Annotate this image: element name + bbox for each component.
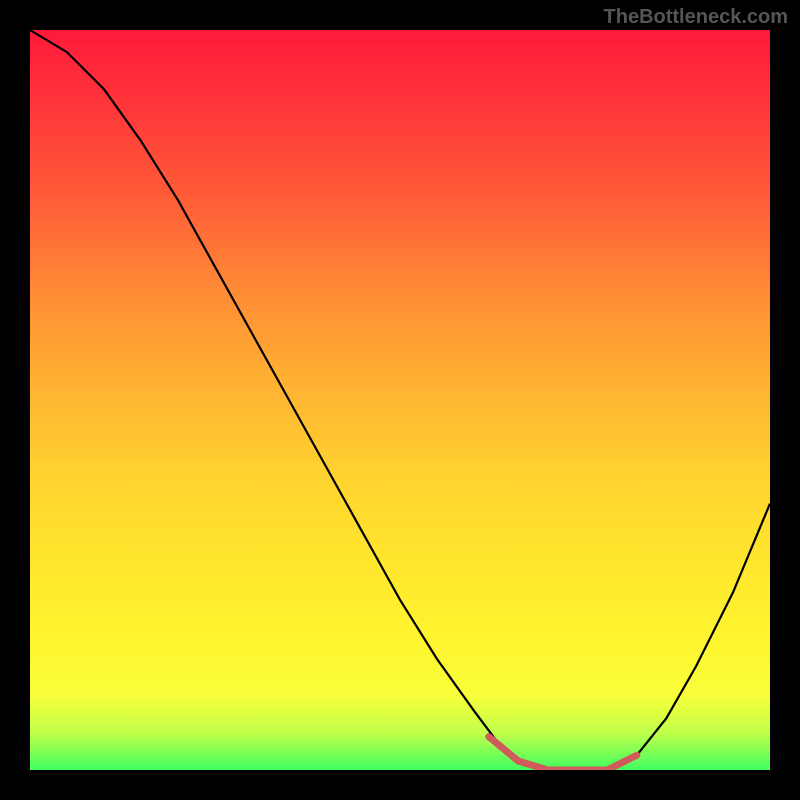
chart-svg <box>30 30 770 770</box>
highlight-curve-path <box>489 737 637 770</box>
watermark-text: TheBottleneck.com <box>604 6 788 29</box>
bottleneck-curve-path <box>30 30 770 770</box>
plot-area <box>30 30 770 770</box>
